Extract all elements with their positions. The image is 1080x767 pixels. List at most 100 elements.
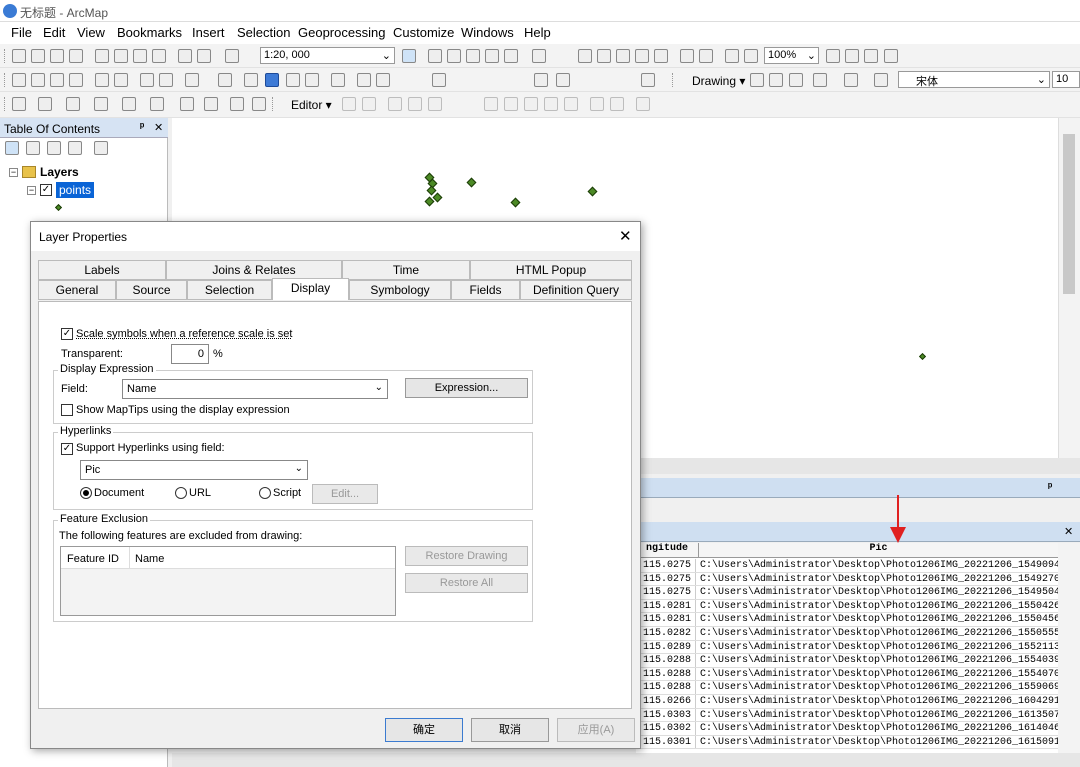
clear-selection-icon[interactable] bbox=[218, 73, 232, 87]
scale-symbols-checkbox[interactable]: ✓ bbox=[61, 328, 73, 340]
menu-geoprocessing[interactable]: Geoprocessing bbox=[298, 25, 385, 40]
layout-zoom-in-icon[interactable] bbox=[578, 49, 592, 63]
radio-url[interactable] bbox=[175, 487, 187, 499]
draw-select-icon[interactable] bbox=[750, 73, 764, 87]
toolbar-grip[interactable] bbox=[4, 97, 8, 111]
font-name-select[interactable]: 宋体 ⌄ bbox=[898, 71, 1050, 88]
menu-help[interactable]: Help bbox=[524, 25, 551, 40]
back-extent-icon[interactable] bbox=[140, 73, 154, 87]
table-row[interactable]: 115.0303 C:\Users\Administrator\Desktop\P… bbox=[636, 708, 1058, 723]
layout-full-extent-icon[interactable] bbox=[635, 49, 649, 63]
focus-data-frame-icon[interactable] bbox=[845, 49, 859, 63]
paste-icon[interactable] bbox=[133, 49, 147, 63]
table-row[interactable]: 115.0275 C:\Users\Administrator\Desktop\P… bbox=[636, 586, 1058, 600]
undo-icon[interactable] bbox=[178, 49, 192, 63]
radio-document[interactable] bbox=[80, 487, 92, 499]
editor-menu[interactable]: Editor ▾ bbox=[291, 98, 332, 112]
layout-pan-icon[interactable] bbox=[616, 49, 630, 63]
scroll-thumb[interactable] bbox=[1063, 134, 1075, 294]
new-icon[interactable] bbox=[12, 49, 26, 63]
copy-icon[interactable] bbox=[114, 49, 128, 63]
measure-icon[interactable] bbox=[331, 73, 345, 87]
fixed-zoom-in-icon[interactable] bbox=[95, 73, 109, 87]
order-icon[interactable] bbox=[150, 97, 164, 111]
column-header-feature-id[interactable]: Feature ID bbox=[67, 553, 119, 565]
table-vertical-scrollbar[interactable] bbox=[1058, 543, 1080, 753]
html-popup-icon[interactable] bbox=[305, 73, 319, 87]
zoom-out-icon[interactable] bbox=[31, 73, 45, 87]
layout-fixed-zoom-in-icon[interactable] bbox=[680, 49, 694, 63]
model-builder-icon[interactable] bbox=[532, 49, 546, 63]
display-field-select[interactable]: Name ⌄ bbox=[122, 379, 388, 399]
route-icon[interactable] bbox=[252, 97, 266, 111]
layout-zoom-100-icon[interactable] bbox=[654, 49, 668, 63]
column-header-name[interactable]: Name bbox=[135, 553, 164, 565]
pic-path-cell[interactable]: C:\Users\Administrator\Desktop\Photo1206… bbox=[700, 573, 1058, 587]
pic-path-cell[interactable]: C:\Users\Administrator\Desktop\Photo1206… bbox=[700, 654, 1058, 668]
search-window-icon[interactable] bbox=[466, 49, 480, 63]
pic-path-cell[interactable]: C:\Users\Administrator\Desktop\Photo1206… bbox=[700, 709, 1058, 723]
rectangle-icon[interactable] bbox=[813, 73, 827, 87]
transparency-input[interactable]: 0 bbox=[171, 344, 209, 364]
tab-general[interactable]: General bbox=[38, 280, 116, 300]
menu-selection[interactable]: Selection bbox=[237, 25, 290, 40]
data-driven-pages-icon[interactable] bbox=[884, 49, 898, 63]
longitude-cell[interactable]: 115.0288 bbox=[636, 667, 696, 681]
radio-script[interactable] bbox=[259, 487, 271, 499]
pic-path-cell[interactable]: C:\Users\Administrator\Desktop\Photo1206… bbox=[700, 695, 1058, 709]
fixed-zoom-out-icon[interactable] bbox=[114, 73, 128, 87]
toc-options-icon[interactable] bbox=[94, 141, 108, 155]
longitude-cell[interactable]: 115.0288 bbox=[636, 654, 696, 667]
table-row[interactable]: 115.0281 C:\Users\Administrator\Desktop\P… bbox=[636, 599, 1058, 614]
layer-visibility-checkbox[interactable]: ✓ bbox=[40, 184, 52, 196]
distribute-icon[interactable] bbox=[94, 97, 108, 111]
pic-path-cell[interactable]: C:\Users\Administrator\Desktop\Photo1206… bbox=[700, 586, 1058, 600]
expression-button[interactable]: Expression... bbox=[405, 378, 528, 398]
longitude-cell[interactable]: 115.0289 bbox=[636, 640, 696, 654]
table-row[interactable]: 115.0302 C:\Users\Administrator\Desktop\P… bbox=[636, 722, 1058, 736]
snapping-icon[interactable] bbox=[432, 73, 446, 87]
longitude-cell[interactable]: 115.0275 bbox=[636, 572, 696, 586]
layer-name[interactable]: points bbox=[56, 182, 95, 198]
tab-labels[interactable]: Labels bbox=[38, 260, 166, 280]
pin-icon[interactable]: ᵖ bbox=[140, 121, 144, 133]
align-icon[interactable] bbox=[66, 97, 80, 111]
editor-toolbar-icon[interactable] bbox=[402, 49, 416, 63]
map-vertical-scrollbar[interactable] bbox=[1058, 118, 1080, 458]
print-icon[interactable] bbox=[69, 49, 83, 63]
longitude-cell[interactable]: 115.0303 bbox=[636, 708, 696, 722]
table-row[interactable]: 115.0288 C:\Users\Administrator\Desktop\P… bbox=[636, 681, 1058, 695]
longitude-cell[interactable]: 115.0281 bbox=[636, 613, 696, 626]
map-point[interactable] bbox=[510, 197, 521, 208]
close-icon[interactable]: ✕ bbox=[154, 121, 163, 134]
pic-path-cell[interactable]: C:\Users\Administrator\Desktop\Photo1206… bbox=[700, 722, 1058, 736]
pic-path-cell[interactable]: C:\Users\Administrator\Desktop\Photo1206… bbox=[700, 600, 1058, 614]
pic-path-cell[interactable]: C:\Users\Administrator\Desktop\Photo1206… bbox=[700, 641, 1058, 655]
pic-path-cell[interactable]: C:\Users\Administrator\Desktop\Photo1206… bbox=[700, 736, 1058, 750]
map-point[interactable] bbox=[587, 186, 598, 197]
column-header-pic[interactable]: Pic bbox=[698, 543, 1058, 558]
globe-icon[interactable] bbox=[556, 73, 570, 87]
drawing-menu[interactable]: Drawing ▾ bbox=[692, 74, 745, 88]
georef-icon[interactable] bbox=[534, 73, 548, 87]
tab-time[interactable]: Time bbox=[342, 260, 470, 280]
longitude-cell[interactable]: 115.0288 bbox=[636, 681, 696, 694]
layout-fixed-zoom-out-icon[interactable] bbox=[699, 49, 713, 63]
table-row[interactable]: 115.0281 C:\Users\Administrator\Desktop\P… bbox=[636, 613, 1058, 627]
cancel-button[interactable]: 取消 bbox=[471, 718, 549, 742]
menu-view[interactable]: View bbox=[77, 25, 105, 40]
menu-bookmarks[interactable]: Bookmarks bbox=[117, 25, 182, 40]
catalog-window-icon[interactable] bbox=[447, 49, 461, 63]
longitude-cell[interactable]: 115.0302 bbox=[636, 722, 696, 735]
table-row[interactable]: 115.0266 C:\Users\Administrator\Desktop\P… bbox=[636, 695, 1058, 709]
toolbar-grip[interactable] bbox=[272, 97, 276, 111]
collapse-layer-icon[interactable]: − bbox=[27, 186, 36, 195]
layout-forward-icon[interactable] bbox=[744, 49, 758, 63]
rotate-icon[interactable] bbox=[769, 73, 783, 87]
table-row[interactable]: 115.0289 C:\Users\Administrator\Desktop\P… bbox=[636, 640, 1058, 655]
excluded-features-list[interactable]: Feature ID Name bbox=[60, 546, 396, 616]
list-by-selection-icon[interactable] bbox=[68, 141, 82, 155]
toc-window-icon[interactable] bbox=[428, 49, 442, 63]
find-icon[interactable] bbox=[357, 73, 371, 87]
longitude-cell[interactable]: 115.0275 bbox=[636, 586, 696, 599]
